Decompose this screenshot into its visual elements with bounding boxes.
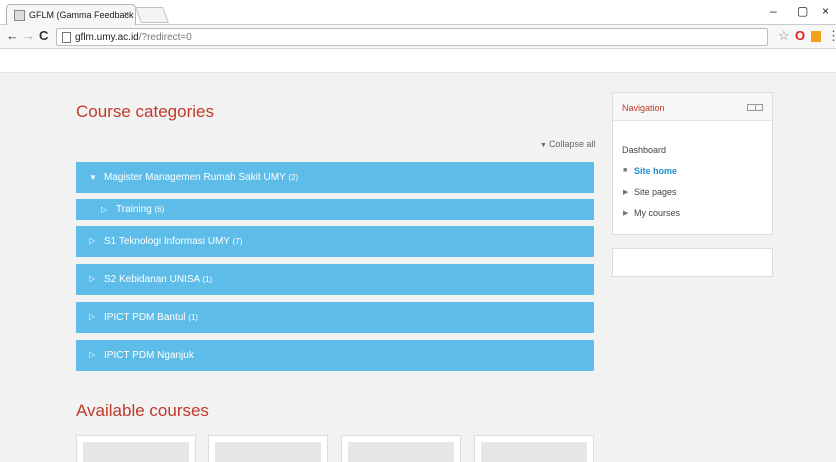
browser-toolbar: ← → C gflm.umy.ac.id/?redirect=0 ☆ O ⋮: [0, 25, 836, 49]
site-top-bar: [0, 49, 836, 73]
tab-title: GFLM (Gamma Feedback: [29, 10, 134, 20]
forward-arrow-icon[interactable]: →: [22, 28, 35, 43]
course-categories-heading: Course categories: [76, 102, 214, 121]
course-thumbnail: [215, 442, 321, 462]
category-label: S1 Teknologi Informasi UMY (7): [104, 236, 243, 247]
subcategory-label: Training (6): [116, 204, 165, 215]
category-label: S2 Kebidanan UNISA (1): [104, 274, 213, 285]
category-magister-managemen[interactable]: ▼ Magister Managemen Rumah Sakit UMY (2): [76, 162, 594, 193]
nav-my-courses[interactable]: My courses: [634, 208, 680, 218]
window-close-icon[interactable]: ×: [822, 4, 829, 18]
back-arrow-icon[interactable]: ←: [6, 28, 19, 43]
page-content: Course categories ▼ Collapse all ▼ Magist…: [0, 49, 836, 462]
navigation-block-title: Navigation: [622, 103, 665, 113]
course-card[interactable]: [76, 435, 196, 462]
course-thumbnail: [83, 442, 189, 462]
category-s1-teknologi[interactable]: ▷ S1 Teknologi Informasi UMY (7): [76, 226, 594, 257]
course-card[interactable]: [208, 435, 328, 462]
collapsed-arrow-icon: ▷: [89, 350, 96, 359]
available-courses-heading: Available courses: [76, 401, 209, 420]
expanded-arrow-icon: ▼: [89, 173, 97, 182]
empty-block: [612, 248, 773, 277]
category-ipict-nganjuk[interactable]: ▷ IPICT PDM Nganjuk: [76, 340, 594, 371]
category-s2-kebidanan[interactable]: ▷ S2 Kebidanan UNISA (1): [76, 264, 594, 295]
category-ipict-bantul[interactable]: ▷ IPICT PDM Bantul (1): [76, 302, 594, 333]
extension-download-icon[interactable]: [811, 31, 821, 42]
block-controls-icon[interactable]: [747, 104, 763, 111]
expand-arrow-icon[interactable]: ▶: [623, 209, 628, 217]
subcategory-training[interactable]: ▷ Training (6): [76, 199, 594, 220]
collapse-triangle-icon: ▼: [540, 142, 547, 149]
course-card[interactable]: [341, 435, 461, 462]
browser-tab[interactable]: GFLM (Gamma Feedback ×: [6, 4, 136, 25]
new-tab-button[interactable]: [135, 7, 169, 23]
nav-dashboard[interactable]: Dashboard: [622, 145, 666, 155]
opera-icon[interactable]: O: [795, 28, 805, 43]
nav-site-pages[interactable]: Site pages: [634, 187, 677, 197]
navigation-block: Navigation Dashboard ■ Site home ▶ Site …: [612, 92, 773, 235]
minimize-icon[interactable]: –: [770, 4, 777, 18]
tab-close-icon[interactable]: ×: [124, 9, 129, 19]
course-card[interactable]: [474, 435, 594, 462]
expand-arrow-icon[interactable]: ▶: [623, 188, 628, 196]
nav-site-home[interactable]: Site home: [634, 166, 677, 176]
bookmark-star-icon[interactable]: ☆: [778, 28, 790, 44]
collapse-all-label: Collapse all: [548, 139, 596, 149]
url-path: /?redirect=0: [138, 32, 192, 43]
category-label: IPICT PDM Bantul (1): [104, 312, 199, 323]
chrome-menu-icon[interactable]: ⋮: [827, 28, 836, 44]
collapsed-arrow-icon: ▷: [89, 312, 96, 321]
page-icon: [62, 32, 71, 43]
course-thumbnail: [481, 442, 587, 462]
address-bar[interactable]: gflm.umy.ac.id/?redirect=0: [56, 28, 768, 46]
collapse-all-link[interactable]: ▼ Collapse all: [540, 139, 595, 149]
browser-tabstrip: GFLM (Gamma Feedback × – ▢ ×: [0, 0, 836, 25]
category-label: Magister Managemen Rumah Sakit UMY (2): [104, 172, 299, 183]
course-thumbnail: [348, 442, 454, 462]
navigation-block-header: Navigation: [613, 93, 772, 121]
category-label: IPICT PDM Nganjuk: [104, 350, 194, 361]
collapsed-arrow-icon: ▷: [89, 236, 96, 245]
reload-icon[interactable]: C: [39, 28, 48, 43]
url-host: gflm.umy.ac.id: [75, 32, 139, 43]
collapsed-arrow-icon: ▷: [89, 274, 96, 283]
bullet-icon: ■: [623, 167, 628, 174]
site-favicon-icon: [14, 10, 25, 21]
maximize-icon[interactable]: ▢: [797, 4, 808, 18]
collapsed-arrow-icon: ▷: [101, 205, 108, 214]
